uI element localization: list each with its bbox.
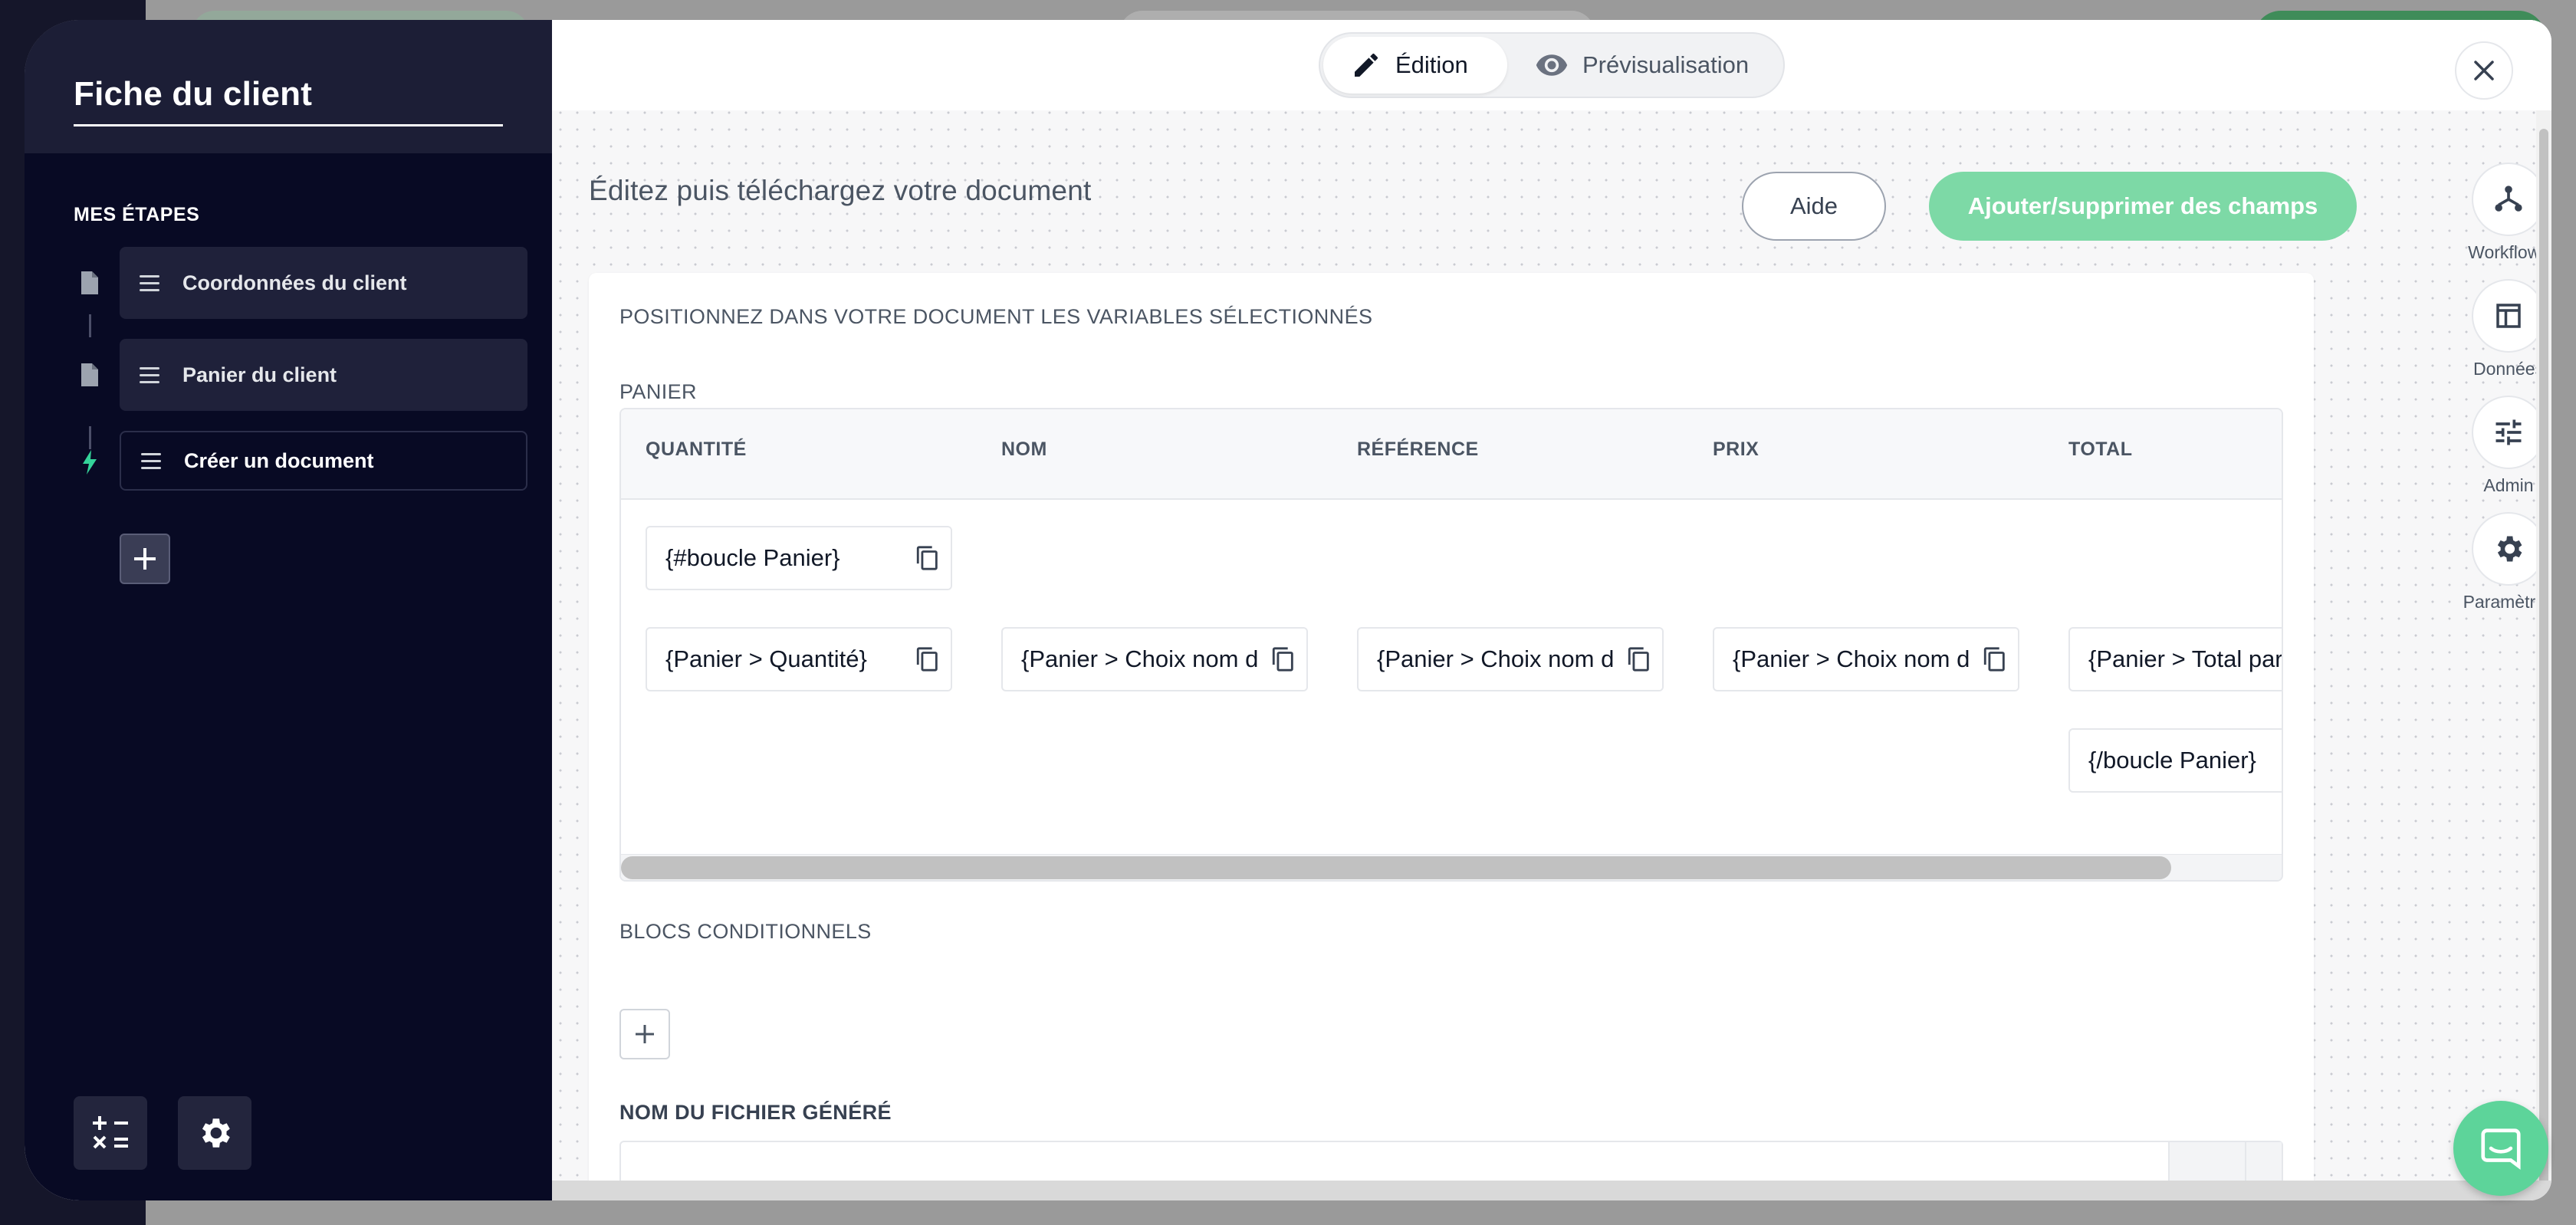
add-conditional-block-button[interactable] [619,1009,670,1059]
edit-mode-tab[interactable]: Édition [1323,37,1507,94]
filename-section-title: NOM DU FICHIER GÉNÉRÉ [619,1101,892,1124]
close-icon [2474,61,2494,80]
copy-icon[interactable] [1616,629,1662,690]
table-icon [2496,304,2521,328]
rail-label: Admin [2483,475,2534,495]
copy-icon[interactable] [905,527,951,589]
sidebar-header: Fiche du client [25,20,552,153]
rail-label: Paramètres [2463,592,2551,612]
close-button[interactable] [2455,41,2513,100]
panier-table: QUANTITÉ NOM RÉFÉRENCE PRIX TOTAL {#bouc… [619,408,2283,882]
scrollbar-thumb[interactable] [2539,129,2548,1187]
step-panier-client[interactable]: Panier du client [120,339,527,411]
rail-button[interactable] [2472,512,2545,586]
variable-chip[interactable]: {Panier > Quantité} [646,627,952,691]
gear-icon [2497,536,2522,562]
variable-text: {Panier > Choix nom d [1021,645,1259,672]
drag-handle-icon[interactable] [141,452,161,469]
preview-mode-tab[interactable]: Prévisualisation [1507,37,1776,94]
variable-text: {Panier > Choix nom d [1733,645,1970,672]
sliders-icon [2496,419,2522,445]
editor-main: Édition Prévisualisation Éditez puis tél… [552,20,2551,1200]
variable-chip[interactable]: {Panier > Choix nom d [1001,627,1308,691]
steps-sidebar: Fiche du client MES ÉTAPES Coordonnées d… [25,20,552,1200]
variable-text: {Panier > Total par [2088,645,2283,672]
vertical-scrollbar[interactable] [2536,110,2551,1199]
chat-icon [2481,1128,2521,1170]
step-label: Coordonnées du client [182,271,407,294]
variable-chip[interactable]: {/boucle Panier} [2068,728,2282,793]
column-header-nom: NOM [1001,438,1047,460]
document-icon [81,363,98,386]
plus-icon [134,548,156,570]
variable-text: {Panier > Choix nom d [1377,645,1615,672]
drag-handle-icon[interactable] [140,274,159,291]
pencil-icon [1355,53,1378,77]
edit-mode-label: Édition [1395,51,1468,78]
step-label: Créer un document [184,448,374,472]
plus-icon [636,1025,654,1043]
variables-card: POSITIONNEZ DANS VOTRE DOCUMENT LES VARI… [589,273,2314,1200]
calculator-icon [93,1116,128,1149]
calculator-button[interactable] [74,1096,147,1170]
document-icon [81,271,98,294]
mode-toggle: Édition Prévisualisation [1319,32,1785,98]
scrollbar-thumb[interactable] [621,856,2171,879]
eye-icon [1536,54,1568,76]
column-header-total: TOTAL [2068,438,2133,460]
step-label: Panier du client [182,363,337,386]
rail-donnees[interactable]: Données [2432,279,2551,379]
page-title: Éditez puis téléchargez votre document [589,175,1092,206]
rail-parametres[interactable]: Paramètres [2432,512,2551,612]
help-button[interactable]: Aide [1742,172,1886,241]
workflow-icon [2495,186,2522,212]
variables-section-title: POSITIONNEZ DANS VOTRE DOCUMENT LES VARI… [619,305,1373,328]
workflow-title-input[interactable]: Fiche du client [74,75,503,126]
copy-icon[interactable] [905,629,951,690]
preview-mode-label: Prévisualisation [1582,51,1750,78]
editor-topbar: Édition Prévisualisation [552,20,2551,110]
variable-chip[interactable]: {#boucle Panier} [646,526,952,590]
document-editor-modal: Fiche du client MES ÉTAPES Coordonnées d… [25,20,2551,1200]
horizontal-scrollbar[interactable] [552,1181,2551,1200]
column-header-quantite: QUANTITÉ [646,438,747,460]
variable-chip[interactable]: {Panier > Choix nom d [1357,627,1664,691]
step-creer-document[interactable]: Créer un document [120,431,527,491]
copy-icon[interactable] [1260,629,1306,690]
variable-text: {#boucle Panier} [665,544,840,571]
panier-section-title: PANIER [619,380,697,403]
rail-label: Données [2472,359,2545,379]
variable-text: {Panier > Quantité} [665,645,867,672]
step-connector [89,314,91,337]
rail-workflows[interactable]: Workflows [2432,163,2551,263]
drag-handle-icon[interactable] [140,366,159,383]
table-header: QUANTITÉ NOM RÉFÉRENCE PRIX TOTAL [621,409,2282,500]
add-remove-fields-button[interactable]: Ajouter/supprimer des champs [1929,172,2357,241]
variable-chip[interactable]: {Panier > Choix nom d [1713,627,2019,691]
steps-heading: MES ÉTAPES [74,204,200,225]
variable-chip[interactable]: {Panier > Total par [2068,627,2283,691]
chat-widget-button[interactable] [2453,1101,2548,1196]
settings-button[interactable] [178,1096,251,1170]
column-header-prix: PRIX [1713,438,1760,460]
rail-admin[interactable]: Admin [2432,396,2551,496]
conditional-blocks-title: BLOCS CONDITIONNELS [619,920,872,943]
rail-button[interactable] [2472,396,2545,469]
rail-label: Workflows [2468,242,2549,262]
rail-button[interactable] [2472,279,2545,353]
rail-button[interactable] [2472,163,2545,236]
gear-icon [202,1118,230,1148]
step-connector [89,426,91,449]
add-step-button[interactable] [120,534,170,584]
table-horizontal-scrollbar[interactable] [621,854,2282,880]
lightning-icon [83,450,97,475]
copy-icon[interactable] [1972,629,2018,690]
column-header-reference: RÉFÉRENCE [1357,438,1479,460]
step-coordonnees-client[interactable]: Coordonnées du client [120,247,527,319]
variable-text: {/boucle Panier} [2088,747,2256,773]
